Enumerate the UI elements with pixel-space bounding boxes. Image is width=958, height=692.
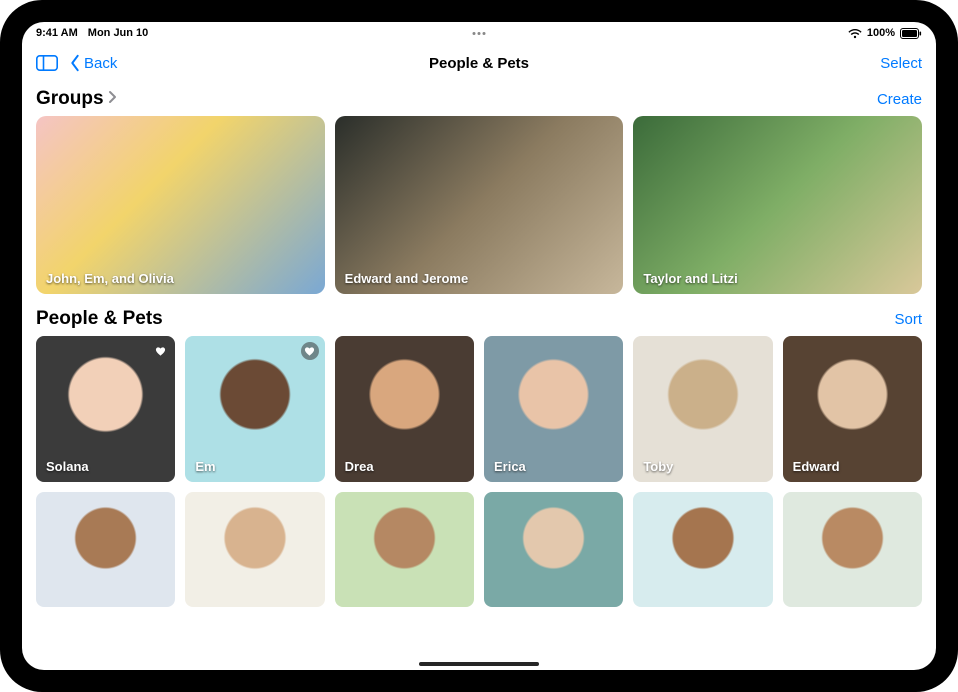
home-indicator[interactable] — [419, 662, 539, 666]
multitask-dots-icon[interactable] — [473, 32, 486, 35]
status-right: 100% — [848, 27, 922, 39]
group-label: John, Em, and Olivia — [46, 271, 174, 286]
person-tile[interactable]: Edward — [783, 336, 922, 482]
person-tile[interactable] — [185, 492, 324, 606]
person-tile[interactable]: Solana — [36, 336, 175, 482]
people-title: People & Pets — [36, 308, 163, 330]
battery-percent: 100% — [867, 27, 895, 39]
back-label: Back — [84, 55, 117, 72]
person-tile[interactable] — [633, 492, 772, 606]
create-group-button[interactable]: Create — [877, 91, 922, 108]
person-tile[interactable] — [335, 492, 474, 606]
groups-row: John, Em, and Olivia Edward and Jerome T… — [36, 116, 922, 294]
heart-icon — [151, 342, 169, 360]
status-bar: 9:41 AM Mon Jun 10 100% — [22, 22, 936, 44]
device-frame: 9:41 AM Mon Jun 10 100% — [0, 0, 958, 692]
status-date: Mon Jun 10 — [88, 27, 149, 39]
group-label: Taylor and Litzi — [643, 271, 737, 286]
page-title: People & Pets — [429, 55, 529, 72]
group-tile[interactable]: John, Em, and Olivia — [36, 116, 325, 294]
person-tile[interactable]: Toby — [633, 336, 772, 482]
back-button[interactable]: Back — [68, 54, 117, 72]
nav-bar: Back People & Pets Select — [22, 44, 936, 82]
sidebar-toggle-icon[interactable] — [36, 55, 58, 71]
heart-icon — [301, 342, 319, 360]
battery-icon — [900, 28, 922, 39]
group-tile[interactable]: Edward and Jerome — [335, 116, 624, 294]
person-tile[interactable]: Em — [185, 336, 324, 482]
person-tile[interactable]: Erica — [484, 336, 623, 482]
person-tile[interactable] — [36, 492, 175, 606]
groups-header: Groups Create — [36, 88, 922, 110]
person-tile[interactable] — [783, 492, 922, 606]
screen: 9:41 AM Mon Jun 10 100% — [22, 22, 936, 670]
sort-button[interactable]: Sort — [894, 311, 922, 328]
person-label: Erica — [494, 459, 526, 474]
people-title-text: People & Pets — [36, 308, 163, 330]
person-label: Edward — [793, 459, 840, 474]
select-button[interactable]: Select — [880, 55, 922, 72]
person-label: Em — [195, 459, 215, 474]
people-grid: Solana Em Drea Erica Toby Edward — [36, 336, 922, 607]
status-left: 9:41 AM Mon Jun 10 — [36, 27, 148, 39]
chevron-left-icon — [68, 54, 82, 72]
person-label: Solana — [46, 459, 89, 474]
group-label: Edward and Jerome — [345, 271, 469, 286]
people-header: People & Pets Sort — [36, 308, 922, 330]
chevron-right-icon — [108, 88, 117, 110]
person-label: Toby — [643, 459, 673, 474]
wifi-icon — [848, 28, 862, 39]
person-tile[interactable]: Drea — [335, 336, 474, 482]
person-tile[interactable] — [484, 492, 623, 606]
person-label: Drea — [345, 459, 374, 474]
groups-title-text: Groups — [36, 88, 104, 110]
content-scroll[interactable]: Groups Create John, Em, and Olivia Edwar… — [22, 82, 936, 670]
group-tile[interactable]: Taylor and Litzi — [633, 116, 922, 294]
status-time: 9:41 AM — [36, 27, 78, 39]
groups-title-button[interactable]: Groups — [36, 88, 117, 110]
